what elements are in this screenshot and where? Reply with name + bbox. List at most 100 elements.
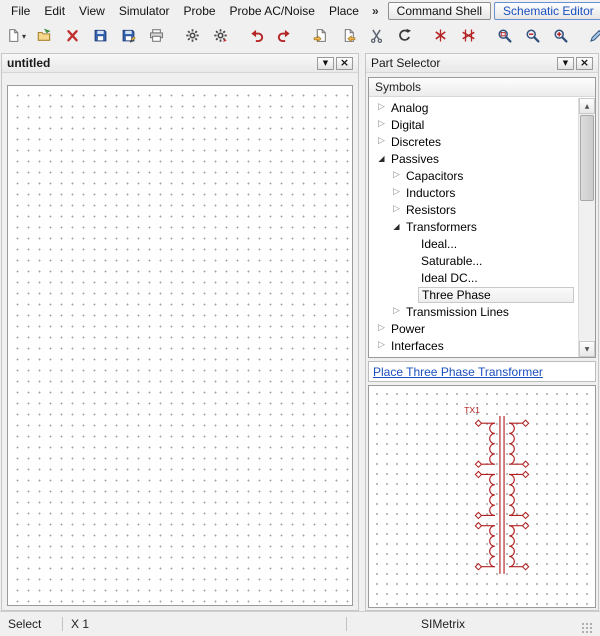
scrollbar-track[interactable] (579, 114, 595, 341)
part-selector-dock-menu-icon[interactable]: ▼ (557, 57, 574, 70)
new-schematic-button[interactable]: ▾ (4, 25, 28, 49)
tree-item-saturable[interactable]: Saturable... (369, 252, 575, 269)
scroll-down-icon[interactable]: ▼ (579, 341, 595, 357)
scrollbar-thumb[interactable] (580, 115, 594, 201)
tree-collapsed-arrow-icon[interactable]: ▷ (390, 171, 403, 180)
menu-place[interactable]: Place (322, 2, 366, 20)
cut-icon (369, 28, 384, 46)
tree-expanded-arrow-icon[interactable]: ◢ (390, 223, 403, 231)
tree-item-label: Interfaces (388, 338, 447, 354)
menu-edit[interactable]: Edit (37, 2, 72, 20)
simulator-gear-button[interactable] (208, 25, 232, 49)
print-button[interactable] (144, 25, 168, 49)
menu-simulator[interactable]: Simulator (112, 2, 177, 20)
tree-collapsed-arrow-icon[interactable]: ▷ (390, 307, 403, 316)
tree-item-discretes[interactable]: ▷Discretes (369, 133, 575, 150)
symbols-header: Symbols (369, 78, 595, 97)
menu-probe[interactable]: Probe (177, 2, 223, 20)
save-as-icon (121, 28, 136, 46)
tree-item-label: Saturable... (418, 253, 485, 269)
tree-item-analog[interactable]: ▷Analog (369, 99, 575, 116)
tree-collapsed-arrow-icon[interactable]: ▷ (375, 120, 388, 129)
tree-item-power[interactable]: ▷Power (369, 320, 575, 337)
tree-collapsed-arrow-icon[interactable]: ▷ (375, 103, 388, 112)
tree-expanded-arrow-icon[interactable]: ◢ (375, 155, 388, 163)
zoom-out-button[interactable] (520, 25, 544, 49)
options-gear-button[interactable] (180, 25, 204, 49)
cut-button[interactable] (364, 25, 388, 49)
tree-item-label: Three Phase (418, 287, 574, 303)
save-icon (93, 28, 108, 46)
command-shell-button[interactable]: Command Shell (388, 2, 491, 20)
draw-wire-button[interactable] (584, 25, 600, 49)
tree-item-passives[interactable]: ◢Passives (369, 150, 575, 167)
zoom-area-button[interactable] (492, 25, 516, 49)
undo-icon (249, 28, 264, 46)
simulator-gear-icon (213, 28, 228, 46)
tree-item-inductors[interactable]: ▷Inductors (369, 184, 575, 201)
tree-collapsed-arrow-icon[interactable]: ▷ (375, 324, 388, 333)
place-model-icon (313, 28, 328, 46)
rotate-button[interactable] (392, 25, 416, 49)
schematic-dock-menu-icon[interactable]: ▼ (317, 57, 334, 70)
place-model-button[interactable] (308, 25, 332, 49)
schematic-canvas[interactable] (7, 85, 353, 606)
tree-item-digital[interactable]: ▷Digital (369, 116, 575, 133)
export-model-icon (341, 28, 356, 46)
tree-item-three-phase[interactable]: Three Phase (369, 286, 575, 303)
scroll-up-icon[interactable]: ▲ (579, 98, 595, 114)
menu-probe-ac-noise[interactable]: Probe AC/Noise (223, 2, 322, 20)
save-as-button[interactable] (116, 25, 140, 49)
tree-item-label: Transformers (403, 219, 480, 235)
tree-collapsed-arrow-icon[interactable]: ▷ (375, 341, 388, 350)
close-schematic-button[interactable] (60, 25, 84, 49)
draw-wire-icon (589, 28, 600, 46)
zoom-out-icon (525, 28, 540, 46)
tree-item-capacitors[interactable]: ▷Capacitors (369, 167, 575, 184)
part-reference-label: TX1 (464, 405, 480, 415)
place-action-row: Place Three Phase Transformer (368, 361, 596, 382)
schematic-titlebar: untitled ▼ × (2, 54, 358, 73)
symbols-tree-panel: Symbols ▷Analog▷Digital▷Discretes◢Passiv… (368, 77, 596, 358)
tree-item-transformers[interactable]: ◢Transformers (369, 218, 575, 235)
tree-item-label: Passives (388, 151, 442, 167)
new-schematic-dropdown-icon[interactable]: ▾ (22, 32, 26, 41)
tree-item-label: Ideal DC... (418, 270, 481, 286)
schematic-window: untitled ▼ × (1, 53, 359, 611)
terminal-diamonds (475, 420, 528, 570)
tree-collapsed-arrow-icon[interactable]: ▷ (390, 188, 403, 197)
export-model-button[interactable] (336, 25, 360, 49)
new-schematic-icon (6, 28, 21, 46)
menu-view[interactable]: View (72, 2, 112, 20)
schematic-editor-button[interactable]: Schematic Editor (494, 2, 600, 20)
tree-item-ideal-dc[interactable]: Ideal DC... (369, 269, 575, 286)
tree-item-resistors[interactable]: ▷Resistors (369, 201, 575, 218)
resize-grip[interactable] (581, 622, 592, 633)
tree-collapsed-arrow-icon[interactable]: ▷ (390, 205, 403, 214)
toggle-junction-button[interactable] (428, 25, 452, 49)
tree-scrollbar[interactable]: ▲ ▼ (578, 98, 595, 357)
save-button[interactable] (88, 25, 112, 49)
tree-item-label: Capacitors (403, 168, 466, 184)
status-bar: Select X 1 SIMetrix (0, 611, 600, 636)
tree-item-interfaces[interactable]: ▷Interfaces (369, 337, 575, 354)
menu-file[interactable]: File (4, 2, 37, 20)
tree-item-label: Inductors (403, 185, 458, 201)
panel-splitter[interactable] (361, 53, 363, 611)
part-selector-close-icon[interactable]: × (576, 57, 593, 70)
tree-item-transmission-lines[interactable]: ▷Transmission Lines (369, 303, 575, 320)
schematic-close-icon[interactable]: × (336, 57, 353, 70)
tree-collapsed-arrow-icon[interactable]: ▷ (375, 137, 388, 146)
undo-button[interactable] (244, 25, 268, 49)
application-window: FileEditViewSimulatorProbeProbe AC/Noise… (0, 0, 600, 636)
menu-overflow-chevron[interactable]: » (366, 4, 385, 18)
tree-item-label: Discretes (388, 134, 444, 150)
tree-item-label: Power (388, 321, 428, 337)
redo-button[interactable] (272, 25, 296, 49)
zoom-in-button[interactable] (548, 25, 572, 49)
tree-item-label: Ideal... (418, 236, 460, 252)
tree-item-ideal[interactable]: Ideal... (369, 235, 575, 252)
place-part-link[interactable]: Place Three Phase Transformer (373, 365, 543, 379)
open-schematic-button[interactable] (32, 25, 56, 49)
delete-junction-button[interactable] (456, 25, 480, 49)
